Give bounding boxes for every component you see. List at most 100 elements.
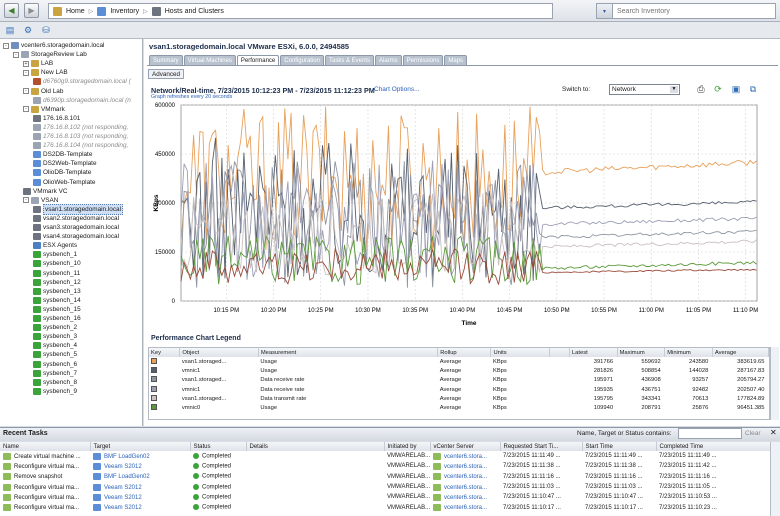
tree-item[interactable]: DS2DB-Template xyxy=(33,150,92,159)
task-row[interactable]: Reconfigure virtual ma... Veeam S2012 Comp… xyxy=(0,461,770,471)
legend-column-header[interactable]: Rollup xyxy=(437,348,492,357)
tree-item[interactable]: VMmark VC xyxy=(23,187,67,196)
forward-button[interactable]: ▶ xyxy=(24,3,39,18)
add-host-icon[interactable]: ⚙ xyxy=(22,25,34,36)
switch-to-select[interactable]: Network ▼ xyxy=(609,84,680,95)
tree-item[interactable]: sysbench_15 xyxy=(33,305,81,314)
tree-item[interactable]: sysbench_2 xyxy=(33,323,77,332)
tree-item[interactable]: vsan1.storagedomain.local xyxy=(33,203,124,215)
task-target-link[interactable]: Veeam S2012 xyxy=(104,495,142,501)
tab-virtual-machines[interactable]: Virtual Machines xyxy=(183,55,236,65)
back-button[interactable]: ◀ xyxy=(4,3,19,18)
legend-column-header[interactable]: Maximum xyxy=(617,348,666,357)
task-target-link[interactable]: BMF LoadGen02 xyxy=(104,474,150,480)
tree-item[interactable]: - New LAB xyxy=(23,68,68,77)
task-row[interactable]: Reconfigure virtual ma... Veeam S2012 Comp… xyxy=(0,502,770,512)
legend-scrollbar[interactable] xyxy=(770,347,779,420)
task-row[interactable]: Reconfigure virtual ma... Veeam S2012 Comp… xyxy=(0,492,770,502)
task-vcenter-link[interactable]: vcenter6.stora... xyxy=(444,505,487,511)
tree-item[interactable]: sysbench_16 xyxy=(33,314,81,323)
tab-maps[interactable]: Maps xyxy=(444,55,468,65)
tree-item[interactable]: sysbench_6 xyxy=(33,360,77,369)
tree-item[interactable]: 176.16.8.101 xyxy=(33,114,80,123)
legend-column-header[interactable]: Key xyxy=(149,348,181,357)
legend-row[interactable]: vsan1.storaged... Data receive rate Averag… xyxy=(149,376,769,385)
expand-icon[interactable]: + xyxy=(23,60,29,67)
tree-item[interactable]: sysbench_13 xyxy=(33,287,81,296)
collapse-icon[interactable]: - xyxy=(23,197,29,204)
tree-item[interactable]: sysbench_3 xyxy=(33,332,77,341)
tree-item[interactable]: d6390p.storagedomain.local (n xyxy=(33,96,131,105)
tree-item[interactable]: sysbench_14 xyxy=(33,296,81,305)
legend-column-header[interactable]: Minimum xyxy=(664,348,713,357)
legend-column-header[interactable]: Average xyxy=(712,348,770,357)
legend-row[interactable]: vsan1.storaged... Data transmit rate Avera… xyxy=(149,394,769,403)
tab-alarms[interactable]: Alarms xyxy=(375,55,402,65)
legend-column-header[interactable]: Object xyxy=(179,348,259,357)
tree-item[interactable]: 176.16.8.104 (not responding, xyxy=(33,141,128,150)
tree-item[interactable]: vsan4.storagedomain.local xyxy=(33,232,119,241)
tree-item[interactable]: vsan2.storagedomain.local xyxy=(33,214,119,223)
search-scope-dropdown[interactable]: ▾ xyxy=(597,4,613,18)
task-vcenter-link[interactable]: vcenter6.stora... xyxy=(444,495,487,501)
chart-options-link[interactable]: Chart Options... xyxy=(374,86,420,93)
tree-item[interactable]: sysbench_5 xyxy=(33,350,77,359)
task-target-link[interactable]: BMF LoadGen02 xyxy=(104,454,150,460)
task-column-header[interactable]: Status xyxy=(190,442,247,451)
tree-item[interactable]: sysbench_10 xyxy=(33,259,81,268)
legend-row[interactable]: vmnic0 Usage Average KBps 109940 208791 25876 9… xyxy=(149,403,769,412)
collapse-icon[interactable]: - xyxy=(13,51,19,58)
task-vcenter-link[interactable]: vcenter6.stora... xyxy=(444,454,487,460)
legend-column-header[interactable]: Latest xyxy=(569,348,618,357)
legend-row[interactable]: vsan1.storaged... Usage Average KBps 391766 5… xyxy=(149,357,769,366)
clear-button[interactable]: Clear xyxy=(745,430,761,437)
tree-item[interactable]: sysbench_11 xyxy=(33,269,80,278)
collapse-icon[interactable]: - xyxy=(23,69,29,76)
task-column-header[interactable]: Start Time xyxy=(582,442,657,451)
task-target-link[interactable]: Veeam S2012 xyxy=(104,485,142,491)
tab-permissions[interactable]: Permissions xyxy=(402,55,444,65)
task-vcenter-link[interactable]: vcenter6.stora... xyxy=(444,485,487,491)
crumb-inventory[interactable]: Inventory xyxy=(110,8,139,15)
advanced-button[interactable]: Advanced xyxy=(148,69,185,79)
legend-column-header[interactable]: Measurement xyxy=(258,348,439,357)
task-row[interactable]: Create virtual machine ... BMF LoadGen02 C… xyxy=(0,451,770,461)
search-input[interactable] xyxy=(613,7,768,15)
tab-tasks-events[interactable]: Tasks & Events xyxy=(324,55,374,65)
tree-item[interactable]: OlioDB-Template xyxy=(33,168,91,177)
task-column-header[interactable]: Details xyxy=(246,442,385,451)
task-column-header[interactable]: Target xyxy=(90,442,191,451)
task-vcenter-link[interactable]: vcenter6.stora... xyxy=(444,464,487,470)
tree-item[interactable]: sysbench_1 xyxy=(33,250,77,259)
save-icon[interactable]: ▣ xyxy=(731,84,741,94)
crumb-home[interactable]: Home xyxy=(66,8,85,15)
tasks-scrollbar[interactable] xyxy=(770,442,780,516)
tree-item[interactable]: - vcenter6.storagedomain.local xyxy=(3,41,104,50)
task-column-header[interactable]: Requested Start Ti... xyxy=(500,442,583,451)
tree-item[interactable]: 176.16.8.103 (not responding, xyxy=(33,132,128,141)
tree-item[interactable]: sysbench_8 xyxy=(33,378,77,387)
collapse-icon[interactable]: - xyxy=(3,42,9,49)
tab-performance[interactable]: Performance xyxy=(236,55,280,65)
task-target-link[interactable]: Veeam S2012 xyxy=(104,464,142,470)
collapse-icon[interactable]: - xyxy=(23,106,29,113)
close-icon[interactable]: ✕ xyxy=(770,428,777,437)
legend-row[interactable]: vmnic1 Usage Average KBps 281826 508854 144028… xyxy=(149,366,769,375)
collapse-icon[interactable]: - xyxy=(23,88,29,94)
tree-item[interactable]: sysbench_4 xyxy=(33,341,77,350)
tree-item[interactable]: vsan3.storagedomain.local xyxy=(33,223,119,232)
new-datacenter-icon[interactable]: ▤ xyxy=(4,25,16,36)
tree-item[interactable]: ESX Agents xyxy=(33,241,77,250)
tree-item[interactable]: OlioWeb-Template xyxy=(33,178,95,187)
legend-row[interactable]: vmnic1 Data receive rate Average KBps 195935… xyxy=(149,385,769,394)
tree-item[interactable]: d6760g9.storagedomain.local ( xyxy=(33,77,131,86)
tree-item[interactable]: sysbench_7 xyxy=(33,369,77,378)
legend-column-header[interactable] xyxy=(549,348,570,357)
new-cluster-icon[interactable]: ⛁ xyxy=(40,25,52,36)
refresh-icon[interactable]: ⟳ xyxy=(713,84,723,94)
task-column-header[interactable]: vCenter Server xyxy=(430,442,501,451)
tree-item[interactable]: + LAB xyxy=(23,59,53,68)
tree-item[interactable]: 176.16.8.102 (not responding, xyxy=(33,123,128,132)
task-row[interactable]: Reconfigure virtual ma... Veeam S2012 Comp… xyxy=(0,482,770,492)
tree-item[interactable]: - StorageReview Lab xyxy=(13,50,87,59)
